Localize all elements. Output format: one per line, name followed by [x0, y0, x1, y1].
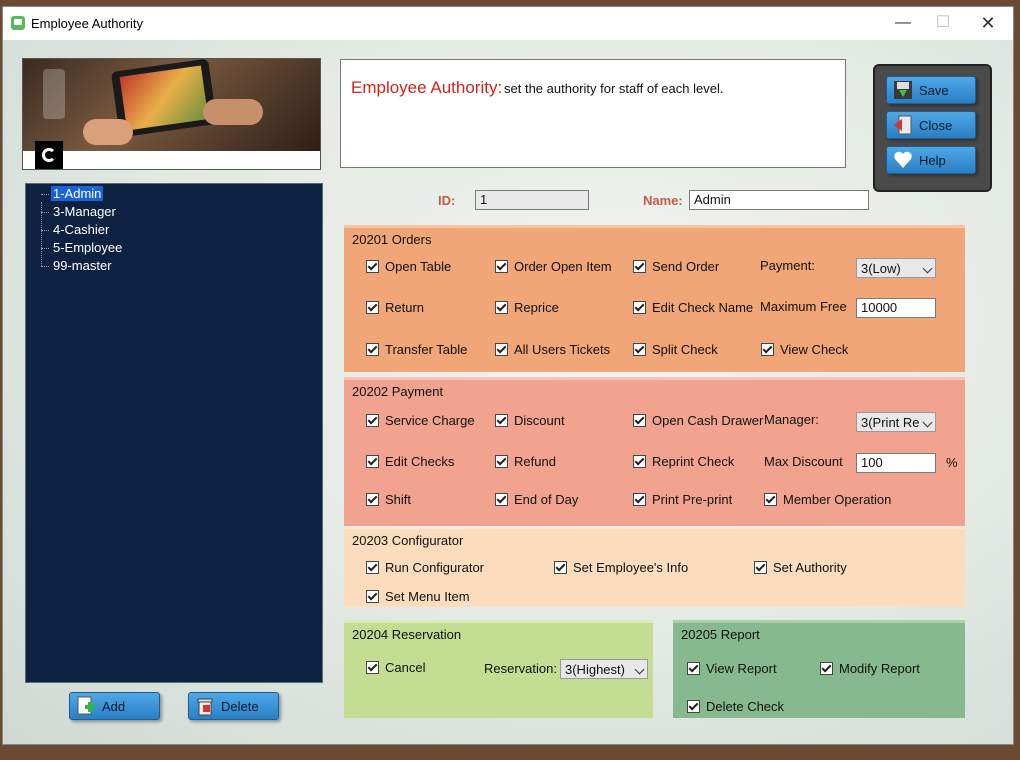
payment-title: 20202 Payment — [352, 384, 444, 399]
delete-button[interactable]: Delete — [188, 692, 279, 720]
description-box: Employee Authority: set the authority fo… — [340, 59, 846, 168]
employee-level-tree: 1-Admin 3-Manager 4-Cashier 5-Employee 9… — [25, 183, 323, 683]
chevron-down-icon — [634, 664, 645, 675]
checkbox-modify-report[interactable]: Modify Report — [820, 661, 920, 676]
maximum-free-label: Maximum Free — [760, 299, 847, 314]
orders-title: 20201 Orders — [352, 232, 432, 247]
report-title: 20205 Report — [681, 627, 760, 642]
window-title: Employee Authority — [31, 16, 144, 31]
id-label: ID: — [438, 193, 456, 208]
manager-label: Manager: — [764, 412, 819, 427]
configurator-group: 20203 Configurator Run Configurator Set … — [344, 527, 965, 607]
banner-image — [22, 58, 321, 170]
delete-label: Delete — [221, 699, 259, 714]
manager-select[interactable]: 3(Print Re — [856, 412, 936, 432]
checkbox-run-configurator[interactable]: Run Configurator — [366, 560, 484, 575]
name-label: Name: — [643, 193, 683, 208]
save-icon — [894, 81, 912, 99]
description-text: set the authority for staff of each leve… — [504, 81, 724, 96]
window-content: 1-Admin 3-Manager 4-Cashier 5-Employee 9… — [3, 40, 1013, 744]
checkbox-set-authority[interactable]: Set Authority — [754, 560, 847, 575]
close-button[interactable]: Close — [886, 111, 976, 139]
app-icon — [11, 16, 25, 30]
add-label: Add — [102, 699, 126, 714]
percent-sign: % — [946, 455, 958, 470]
checkbox-view-report[interactable]: View Report — [687, 661, 777, 676]
close-window-button[interactable]: ✕ — [968, 11, 1008, 35]
checkbox-open-cash-drawer[interactable]: Open Cash Drawer — [633, 413, 763, 428]
checkbox-discount[interactable]: Discount — [495, 413, 565, 428]
checkbox-open-table[interactable]: Open Table — [366, 259, 451, 274]
checkbox-set-menu-item[interactable]: Set Menu Item — [366, 589, 470, 604]
add-button[interactable]: Add — [69, 692, 160, 720]
checkbox-edit-checks[interactable]: Edit Checks — [366, 454, 454, 469]
tree-item-master[interactable]: 99-master — [41, 258, 114, 273]
chevron-down-icon — [922, 263, 933, 274]
payment-level-label: Payment: — [760, 258, 815, 273]
checkbox-reprice[interactable]: Reprice — [495, 300, 559, 315]
checkbox-member-operation[interactable]: Member Operation — [764, 492, 891, 507]
trash-icon — [197, 698, 213, 716]
checkbox-service-charge[interactable]: Service Charge — [366, 413, 475, 428]
checkbox-cancel[interactable]: Cancel — [366, 660, 425, 675]
exit-door-icon — [894, 115, 912, 135]
configurator-title: 20203 Configurator — [352, 533, 464, 548]
save-button[interactable]: Save — [886, 76, 976, 104]
employee-authority-window: Employee Authority — ☐ ✕ 1-Admin 3-Manag… — [2, 6, 1014, 745]
checkbox-delete-check[interactable]: Delete Check — [687, 699, 784, 714]
title-bar: Employee Authority — ☐ ✕ — [3, 7, 1013, 40]
maximum-free-field[interactable]: 10000 — [856, 298, 936, 318]
reservation-level-label: Reservation: — [484, 661, 557, 676]
maximize-button[interactable]: ☐ — [923, 11, 963, 35]
checkbox-edit-check-name[interactable]: Edit Check Name — [633, 300, 753, 315]
checkbox-transfer-table[interactable]: Transfer Table — [366, 342, 467, 357]
tree-item-employee[interactable]: 5-Employee — [40, 240, 124, 255]
checkbox-reprint-check[interactable]: Reprint Check — [633, 454, 734, 469]
minimize-button[interactable]: — — [883, 11, 923, 35]
logo-icon — [35, 141, 63, 169]
checkbox-send-order[interactable]: Send Order — [633, 259, 719, 274]
checkbox-print-pre-print[interactable]: Print Pre-print — [633, 492, 732, 507]
help-label: Help — [919, 153, 946, 168]
checkbox-view-check[interactable]: View Check — [761, 342, 848, 357]
close-label: Close — [919, 118, 953, 133]
max-discount-label: Max Discount — [764, 454, 843, 469]
checkbox-all-users-tickets[interactable]: All Users Tickets — [495, 342, 610, 357]
add-doc-icon — [77, 696, 95, 715]
checkbox-order-open-item[interactable]: Order Open Item — [495, 259, 612, 274]
reservation-title: 20204 Reservation — [352, 627, 462, 642]
checkbox-set-employee-info[interactable]: Set Employee's Info — [554, 560, 688, 575]
save-label: Save — [919, 83, 949, 98]
payment-group: 20202 Payment Service Charge Discount Op… — [344, 377, 965, 526]
orders-group: 20201 Orders Open Table Order Open Item … — [344, 225, 965, 372]
tree-item-manager[interactable]: 3-Manager — [41, 204, 118, 219]
checkbox-end-of-day[interactable]: End of Day — [495, 492, 578, 507]
checkbox-shift[interactable]: Shift — [366, 492, 411, 507]
heart-icon — [894, 151, 912, 168]
checkbox-return[interactable]: Return — [366, 300, 424, 315]
chevron-down-icon — [922, 417, 933, 428]
tree-item-cashier[interactable]: 4-Cashier — [40, 222, 111, 237]
tree-item-admin[interactable]: 1-Admin — [40, 186, 104, 201]
name-field[interactable]: Admin — [689, 190, 869, 210]
report-group: 20205 Report View Report Modify Report D… — [673, 620, 965, 718]
reservation-level-select[interactable]: 3(Highest) — [560, 659, 648, 679]
help-button[interactable]: Help — [886, 146, 976, 174]
reservation-group: 20204 Reservation Cancel Reservation: 3(… — [344, 620, 653, 718]
checkbox-split-check[interactable]: Split Check — [633, 342, 718, 357]
id-field[interactable]: 1 — [475, 190, 589, 210]
max-discount-field[interactable]: 100 — [856, 453, 936, 473]
description-heading: Employee Authority: — [351, 78, 503, 97]
checkbox-refund[interactable]: Refund — [495, 454, 556, 469]
payment-level-select[interactable]: 3(Low) — [856, 258, 936, 278]
